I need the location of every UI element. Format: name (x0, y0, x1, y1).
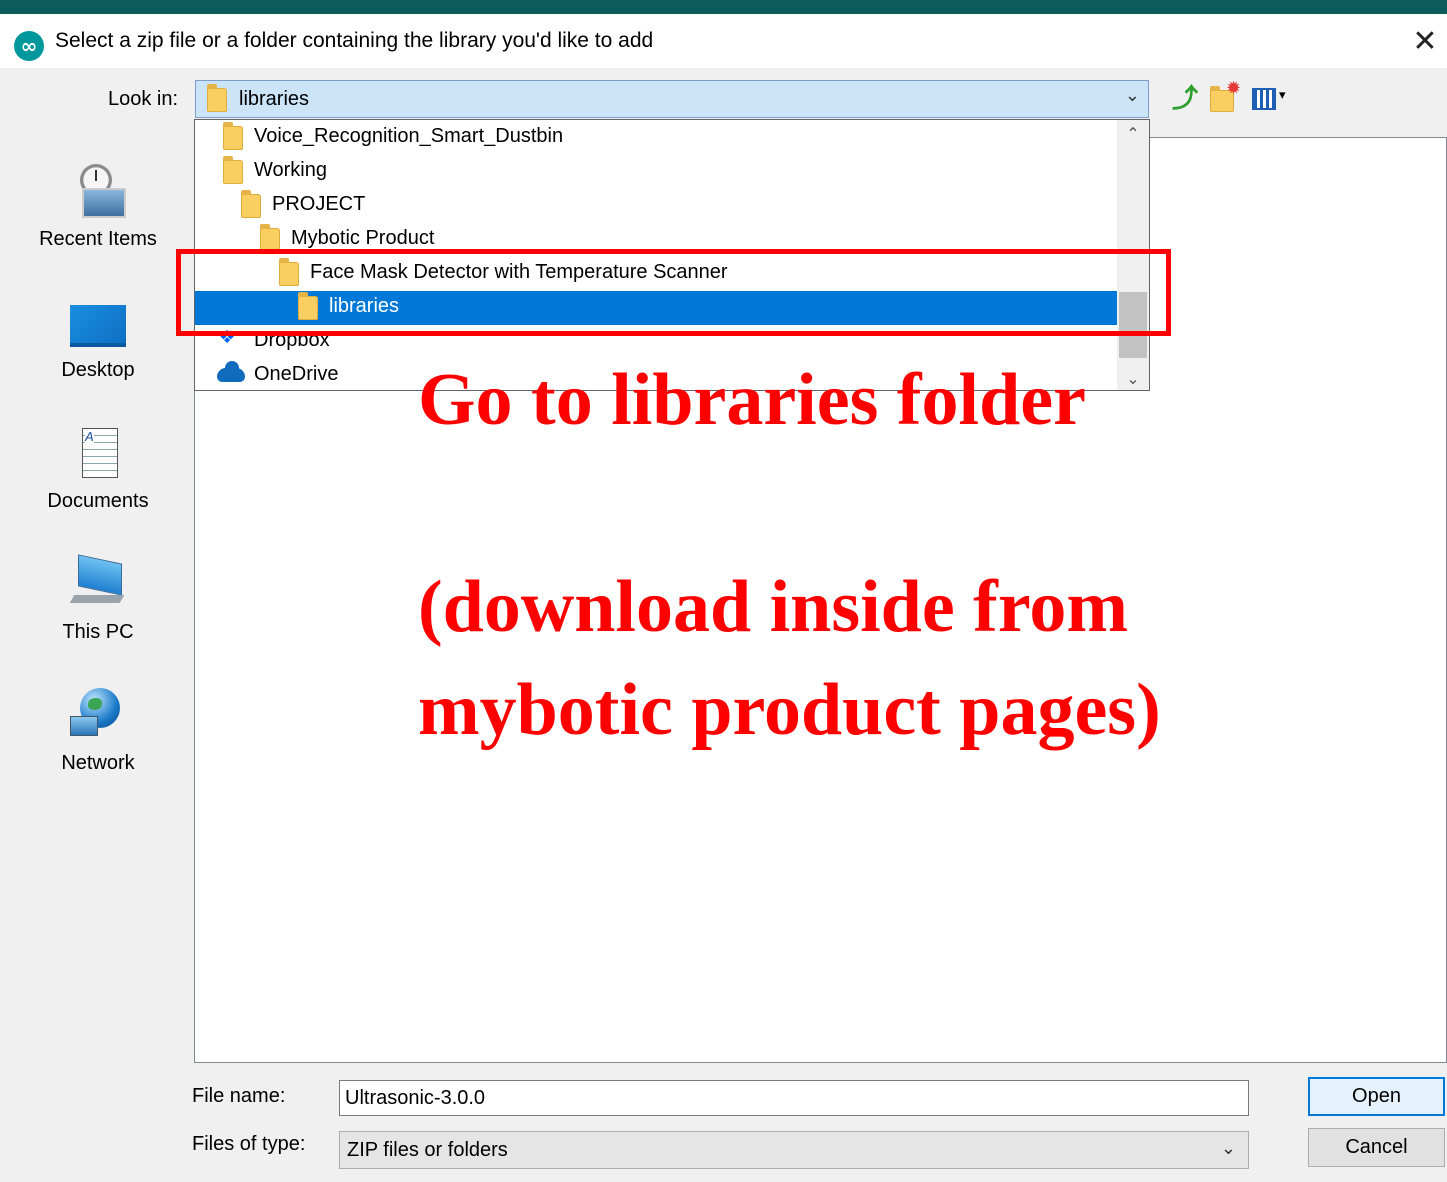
places-bar: Recent Items Desktop Documents This PC N… (18, 136, 178, 1168)
recent-items-icon (68, 162, 128, 222)
annotation-highlight-box (176, 249, 1171, 336)
place-recent-items[interactable]: Recent Items (18, 162, 178, 251)
desktop-icon (70, 293, 126, 353)
documents-icon (78, 424, 118, 484)
annotation-line-2: (download inside from (418, 566, 1128, 648)
view-menu-icon[interactable] (1252, 88, 1276, 110)
dropdown-item-label: Mybotic Product (291, 227, 435, 249)
chevron-down-icon[interactable]: ⌄ (1125, 85, 1140, 106)
place-network[interactable]: Network (18, 686, 178, 775)
look-in-value: libraries (239, 88, 310, 110)
place-label: Documents (47, 490, 149, 512)
network-icon (68, 686, 128, 746)
new-folder-icon[interactable]: ✹ (1210, 78, 1241, 119)
dropdown-item-working[interactable]: Working (195, 155, 1117, 189)
place-this-pc[interactable]: This PC (18, 554, 178, 644)
place-documents[interactable]: Documents (18, 424, 178, 513)
cancel-button[interactable]: Cancel (1308, 1128, 1445, 1167)
sparkle-icon: ✹ (1226, 78, 1242, 99)
title-bar: Select a zip file or a folder containing… (0, 14, 1447, 68)
place-desktop[interactable]: Desktop (18, 293, 178, 382)
scroll-up-icon[interactable]: ⌃ (1117, 124, 1149, 143)
file-type-label: Files of type: (192, 1133, 306, 1155)
dropdown-item-label: PROJECT (272, 193, 366, 215)
annotation-line-1: Go to libraries folder (418, 359, 1086, 441)
close-icon[interactable]: ✕ (1405, 22, 1445, 62)
folder-icon (241, 190, 261, 218)
window-title: Select a zip file or a folder containing… (55, 29, 654, 52)
place-label: Desktop (61, 359, 135, 381)
folder-icon (223, 156, 243, 184)
dropdown-item-voice-recognition[interactable]: Voice_Recognition_Smart_Dustbin (195, 121, 1117, 155)
window-top-strip (0, 0, 1447, 14)
file-type-select[interactable]: ZIP files or folders ⌄ (339, 1131, 1249, 1169)
up-one-level-icon[interactable]: ⤴ (1172, 84, 1198, 114)
chevron-down-icon[interactable]: ⌄ (1221, 1138, 1236, 1159)
this-pc-icon (68, 554, 128, 615)
place-label: Network (61, 752, 135, 774)
look-in-combobox[interactable]: libraries ⌄ (195, 80, 1149, 118)
folder-icon (223, 122, 243, 150)
dropdown-item-label: Working (254, 159, 327, 181)
file-name-label: File name: (192, 1085, 286, 1107)
dropdown-item-label: Voice_Recognition_Smart_Dustbin (254, 125, 564, 147)
dropdown-item-label: OneDrive (254, 363, 339, 385)
file-type-value: ZIP files or folders (347, 1139, 508, 1161)
dropdown-item-project[interactable]: PROJECT (195, 189, 1117, 223)
look-in-label: Look in: (108, 88, 179, 110)
file-name-input[interactable] (339, 1080, 1249, 1116)
place-label: Recent Items (39, 228, 157, 250)
onedrive-icon (217, 361, 245, 382)
annotation-line-3: mybotic product pages) (418, 669, 1161, 751)
place-label: This PC (62, 621, 134, 643)
arduino-logo-icon (14, 31, 44, 61)
view-menu-arrow-icon[interactable]: ▾ (1279, 88, 1286, 103)
open-button[interactable]: Open (1308, 1077, 1445, 1116)
scroll-down-icon[interactable]: ⌄ (1117, 369, 1149, 388)
folder-icon (207, 84, 227, 112)
